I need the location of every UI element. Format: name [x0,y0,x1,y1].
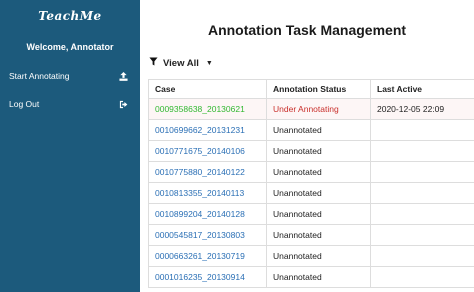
case-cell: 0010775880_20140122 [148,161,267,183]
table-row: 0001016235_20130914 Unannotated [148,266,474,288]
case-link[interactable]: 0010775880_20140122 [155,167,245,177]
last-active-cell [370,140,474,162]
sidebar-item-label: Log Out [9,99,40,109]
main-content: Annotation Task Management View All ▼ Ca… [140,0,474,292]
table-row: 0010775880_20140122 Unannotated [148,161,474,183]
status-cell: Unannotated [266,266,371,288]
case-cell: 0010771675_20140106 [148,140,267,162]
last-active-cell [370,266,474,288]
case-link[interactable]: 0009358638_20130621 [155,104,245,114]
task-table: Case Annotation Status Last Active 00093… [148,79,474,288]
page-title: Annotation Task Management [207,22,407,38]
last-active-cell [370,245,474,267]
status-cell: Unannotated [266,203,371,225]
sidebar: TeachMe Welcome, Annotator Start Annotat… [0,0,140,292]
last-active-cell [370,119,474,141]
last-active-cell [370,161,474,183]
table-row: 0000545817_20130803 Unannotated [148,224,474,246]
case-cell: 0000545817_20130803 [148,224,267,246]
last-active-cell [370,182,474,204]
chevron-down-icon: ▼ [205,59,213,67]
column-header-status[interactable]: Annotation Status [266,79,371,99]
column-header-last-active[interactable]: Last Active [370,79,474,99]
sign-out-icon [119,100,128,109]
last-active-cell [370,224,474,246]
case-cell: 0010699662_20131231 [148,119,267,141]
table-row: 0010699662_20131231 Unannotated [148,119,474,141]
status-cell: Under Annotating [266,98,371,120]
filter-icon [149,57,158,69]
view-all-dropdown[interactable]: View All ▼ [149,57,213,69]
sidebar-item-label: Start Annotating [9,71,70,81]
case-link[interactable]: 0010813355_20140113 [155,188,244,198]
status-cell: Unannotated [266,119,371,141]
brand-logo[interactable]: TeachMe [0,0,140,32]
status-cell: Unannotated [266,140,371,162]
status-cell: Unannotated [266,161,371,183]
status-cell: Unannotated [266,182,371,204]
case-link[interactable]: 0010699662_20131231 [155,125,245,135]
case-link[interactable]: 0001016235_20130914 [155,272,245,282]
table-header-row: Case Annotation Status Last Active [148,79,474,99]
table-row: 0009358638_20130621 Under Annotating 202… [148,98,474,120]
case-cell: 0010899204_20140128 [148,203,267,225]
sidebar-item-log-out[interactable]: Log Out [0,90,140,118]
case-cell: 0001016235_20130914 [148,266,267,288]
upload-icon [119,71,128,81]
table-row: 0010899204_20140128 Unannotated [148,203,474,225]
case-cell: 0009358638_20130621 [148,98,267,120]
case-cell: 0000663261_20130719 [148,245,267,267]
status-cell: Unannotated [266,245,371,267]
sidebar-item-start-annotating[interactable]: Start Annotating [0,62,140,90]
view-all-label: View All [163,57,199,69]
table-row: 0010813355_20140113 Unannotated [148,182,474,204]
table-row: 0000663261_20130719 Unannotated [148,245,474,267]
status-cell: Unannotated [266,224,371,246]
case-link[interactable]: 0000545817_20130803 [155,230,245,240]
case-link[interactable]: 0010899204_20140128 [155,209,245,219]
last-active-cell [370,203,474,225]
table-row: 0010771675_20140106 Unannotated [148,140,474,162]
welcome-text: Welcome, Annotator [26,42,114,52]
case-link[interactable]: 0010771675_20140106 [155,146,245,156]
case-cell: 0010813355_20140113 [148,182,267,204]
column-header-case[interactable]: Case [148,79,267,99]
case-link[interactable]: 0000663261_20130719 [155,251,245,261]
last-active-cell: 2020-12-05 22:09 [370,98,474,120]
